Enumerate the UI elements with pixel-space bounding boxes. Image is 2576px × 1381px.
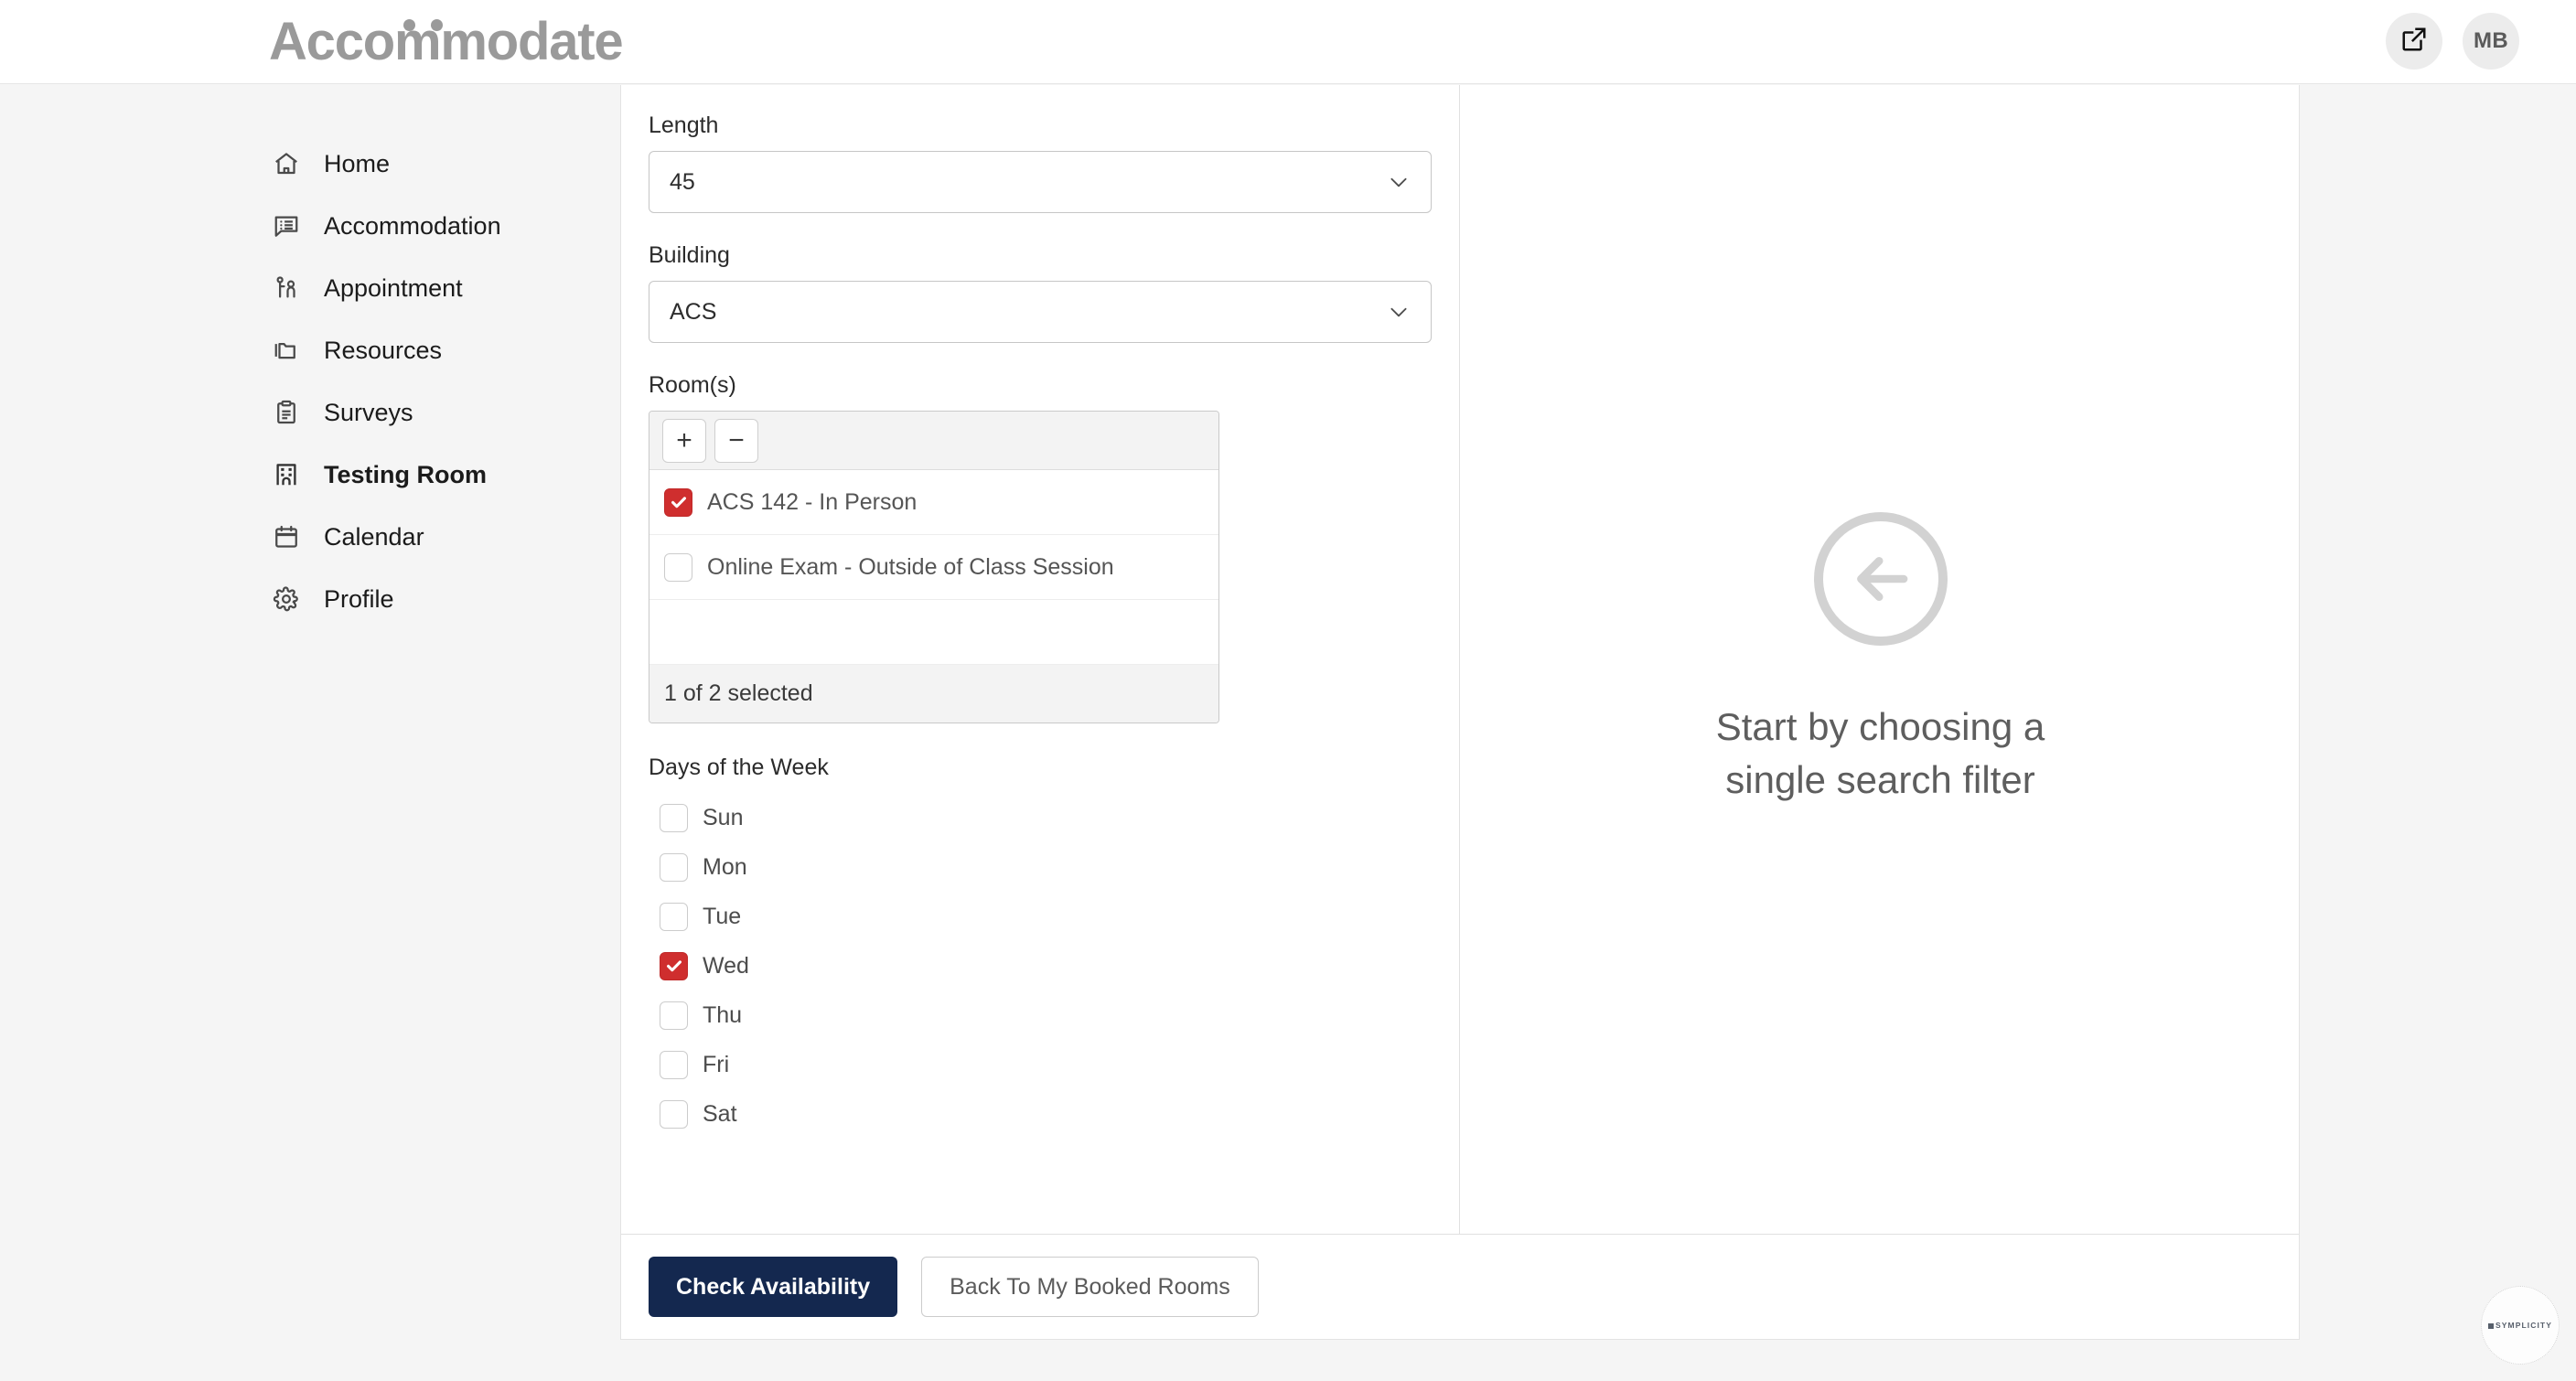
back-to-booked-rooms-button[interactable]: Back To My Booked Rooms <box>921 1257 1259 1317</box>
day-checkbox-mon[interactable] <box>660 852 688 882</box>
sidebar-item-label: Profile <box>324 585 394 613</box>
search-filter-form: Length 45 Building ACS Room(s) + − ACS 1… <box>621 85 1459 1234</box>
day-label: Mon <box>703 853 747 880</box>
app-header: Accommodate MB <box>0 0 2576 84</box>
day-checkbox-fri[interactable] <box>660 1050 688 1079</box>
list-item-label: Online Exam - Outside of Class Session <box>707 553 1114 580</box>
rooms-label: Room(s) <box>649 372 736 398</box>
room-search-card: Length 45 Building ACS Room(s) + − ACS 1… <box>620 85 2300 1340</box>
results-empty-state: Start by choosing a single search filter <box>1460 85 2301 1234</box>
plus-icon: + <box>676 424 692 455</box>
external-link-button[interactable] <box>2386 13 2442 70</box>
day-label: Tue <box>703 903 742 929</box>
chevron-down-icon <box>1387 300 1411 324</box>
day-label: Fri <box>703 1051 730 1077</box>
day-label: Sat <box>703 1100 737 1127</box>
day-checkbox-tue[interactable] <box>660 902 688 931</box>
day-checkbox-row[interactable]: Sat <box>649 1089 1419 1139</box>
empty-state-line-1: Start by choosing a <box>1715 705 2045 748</box>
sidebar-item-testing-room[interactable]: Testing Room <box>0 444 618 506</box>
day-checkbox-wed[interactable] <box>660 951 688 980</box>
day-checkbox-row[interactable]: Wed <box>649 941 1419 990</box>
external-link-icon <box>2400 26 2428 58</box>
sidebar-item-appointment[interactable]: Appointment <box>0 257 618 319</box>
empty-state-message: Start by choosing a single search filter <box>1716 701 2045 807</box>
header-actions: MB <box>2386 13 2519 70</box>
building-select[interactable]: ACS <box>649 281 1432 343</box>
day-label: Wed <box>703 952 749 979</box>
sidebar-item-resources[interactable]: Resources <box>0 319 618 381</box>
rooms-selection-summary: 1 of 2 selected <box>649 665 1218 723</box>
length-label: Length <box>649 112 719 138</box>
brand-logo-text-2: mm <box>394 12 488 71</box>
sidebar-item-accommodation[interactable]: Accommodation <box>0 195 618 257</box>
minus-icon: − <box>728 424 745 455</box>
day-checkbox-row[interactable]: Sun <box>649 793 1419 842</box>
sidebar-item-label: Accommodation <box>324 212 501 240</box>
arrow-left-circle-icon <box>1813 512 1948 646</box>
list-item-empty <box>649 600 1218 665</box>
sidebar-item-label: Calendar <box>324 523 424 551</box>
sidebar-item-label: Appointment <box>324 274 463 302</box>
list-item[interactable]: Online Exam - Outside of Class Session <box>649 535 1218 600</box>
day-checkbox-sat[interactable] <box>660 1099 688 1129</box>
symplicity-watermark: SYMPLICITY <box>2481 1286 2560 1365</box>
day-checkbox-row[interactable]: Mon <box>649 842 1419 892</box>
chat-list-icon <box>271 210 302 241</box>
list-item[interactable]: ACS 142 - In Person <box>649 470 1218 535</box>
card-body: Length 45 Building ACS Room(s) + − ACS 1… <box>621 85 2299 1234</box>
watermark-square-icon <box>2487 1322 2494 1329</box>
length-value: 45 <box>670 168 695 195</box>
day-checkbox-thu[interactable] <box>660 1001 688 1030</box>
card-footer-actions: Check Availability Back To My Booked Roo… <box>621 1234 2299 1339</box>
day-checkbox-row[interactable]: Thu <box>649 990 1419 1040</box>
watermark-label: SYMPLICITY <box>2487 1321 2552 1330</box>
building-icon <box>271 459 302 490</box>
sidebar-item-profile[interactable]: Profile <box>0 568 618 630</box>
building-field: Building ACS <box>649 241 1432 343</box>
day-checkbox-row[interactable]: Tue <box>649 892 1419 941</box>
brand-logo-text-3: odate <box>486 12 624 71</box>
length-field: Length 45 <box>649 111 1432 213</box>
calendar-icon <box>271 521 302 552</box>
day-label: Sun <box>703 804 744 830</box>
chevron-down-icon <box>1387 170 1411 194</box>
avatar-initials: MB <box>2473 28 2509 53</box>
remove-room-button[interactable]: − <box>714 418 758 463</box>
check-availability-button[interactable]: Check Availability <box>649 1257 898 1317</box>
sidebar-item-label: Surveys <box>324 399 413 426</box>
sidebar: Home Accommodation Appointment Resources… <box>0 85 618 1381</box>
empty-state-line-2: single search filter <box>1725 758 2035 801</box>
rooms-multiselect: + − ACS 142 - In Person Online Exam - Ou… <box>649 411 1219 723</box>
watermark-text: SYMPLICITY <box>2495 1321 2552 1330</box>
home-icon <box>271 148 302 179</box>
day-checkbox-row[interactable]: Fri <box>649 1040 1419 1089</box>
brand-logo-text-1: Acco <box>269 12 395 71</box>
sidebar-item-home[interactable]: Home <box>0 133 618 195</box>
length-select[interactable]: 45 <box>649 151 1432 213</box>
add-room-button[interactable]: + <box>662 418 706 463</box>
people-icon <box>271 273 302 304</box>
avatar[interactable]: MB <box>2463 13 2519 70</box>
room-checkbox-unchecked[interactable] <box>664 552 692 582</box>
building-label: Building <box>649 242 730 268</box>
sidebar-item-surveys[interactable]: Surveys <box>0 381 618 444</box>
day-checkbox-sun[interactable] <box>660 803 688 832</box>
building-value: ACS <box>670 298 717 325</box>
days-of-week-label: Days of the Week <box>649 755 829 780</box>
rooms-field: Room(s) + − ACS 142 - In Person Online E… <box>649 370 1419 723</box>
rooms-toolbar: + − <box>649 412 1218 470</box>
sidebar-item-label: Resources <box>324 337 443 364</box>
sidebar-item-label: Testing Room <box>324 461 487 488</box>
clipboard-icon <box>271 397 302 428</box>
sidebar-item-calendar[interactable]: Calendar <box>0 506 618 568</box>
folders-icon <box>271 335 302 366</box>
sidebar-item-label: Home <box>324 150 391 177</box>
list-item-label: ACS 142 - In Person <box>707 488 918 515</box>
brand-logo: Accommodate <box>269 11 624 73</box>
room-checkbox-checked[interactable] <box>664 487 692 517</box>
day-label: Thu <box>703 1001 743 1028</box>
gear-icon <box>271 583 302 615</box>
